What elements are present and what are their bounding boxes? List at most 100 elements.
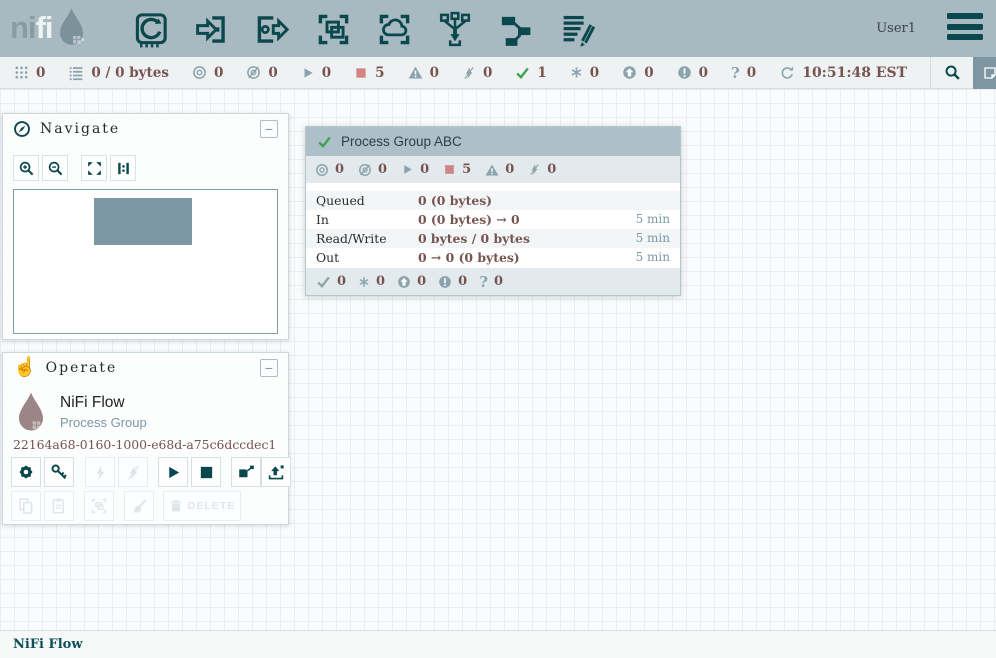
- bolt-icon: [92, 464, 109, 481]
- output-port-icon[interactable]: [253, 10, 291, 48]
- process-group-name: Process Group ABC: [341, 134, 462, 149]
- stale-stat: 0: [622, 65, 653, 81]
- running-stat: 0: [301, 65, 331, 81]
- label-icon[interactable]: [558, 10, 596, 48]
- pg-up-to-date-stat: 0: [316, 274, 346, 289]
- operate-title: Operate: [46, 360, 118, 376]
- key-icon: [50, 463, 68, 481]
- up-to-date-check-icon: [316, 274, 331, 289]
- pg-not-transmitting-stat: 0: [358, 162, 387, 177]
- metric-label: Out: [316, 248, 339, 267]
- flow-status-bar: 0 0 / 0 bytes 0 0 0 5 0 0 1 0 0 0: [0, 57, 996, 89]
- selected-component-name: NiFi Flow: [60, 394, 125, 412]
- navigate-collapse-button[interactable]: −: [260, 120, 278, 138]
- not-transmitting-icon: [358, 163, 372, 177]
- funnel-icon[interactable]: [436, 10, 474, 48]
- delete-button: DELETE: [163, 491, 241, 521]
- play-icon: [165, 464, 182, 481]
- metric-label: In: [316, 210, 329, 229]
- note-icon: [982, 65, 996, 81]
- save-template-button[interactable]: [231, 457, 261, 487]
- running-icon: [301, 66, 315, 80]
- metric-label: Read/Write: [316, 229, 387, 248]
- pg-not-transmitting-count: 0: [378, 162, 387, 177]
- bulletin-button[interactable]: [973, 57, 996, 89]
- disabled-bolt-icon: [462, 66, 476, 80]
- stopped-stat: 5: [354, 65, 384, 81]
- up-to-date-count: 1: [537, 65, 546, 81]
- invalid-warning-icon: [408, 65, 423, 80]
- not-transmitting-count: 0: [268, 65, 277, 81]
- access-policies-button[interactable]: [44, 457, 74, 487]
- operate-header: ☝ Operate −: [3, 353, 288, 383]
- locally-modified-stat: 0: [570, 65, 599, 81]
- metric-row-readwrite: Read/Write 0 bytes / 0 bytes 5 min: [306, 229, 680, 248]
- refresh-icon[interactable]: [779, 65, 795, 81]
- start-button[interactable]: [158, 457, 188, 487]
- active-threads-stat: 0: [14, 65, 45, 81]
- pg-invalid-stat: 0: [485, 162, 514, 177]
- pg-transmitting-stat: 0: [315, 162, 344, 177]
- stale-count: 0: [644, 65, 653, 81]
- save-template-icon: [237, 463, 255, 481]
- sync-failure-count: 0: [747, 65, 756, 81]
- metric-window: 5 min: [636, 229, 670, 248]
- stale-arrow-icon: [397, 275, 411, 289]
- navigate-toolbar: [13, 155, 139, 181]
- navigate-panel: Navigate −: [2, 113, 289, 340]
- stopped-count: 5: [375, 65, 384, 81]
- gear-icon: [17, 463, 35, 481]
- process-group-component[interactable]: Process Group ABC 0 0 0 5 0 0 Queued: [305, 126, 681, 296]
- paste-button: [44, 491, 74, 521]
- stop-button[interactable]: [191, 457, 221, 487]
- locally-modified-stale-icon: [677, 65, 692, 80]
- queued-list-icon: [68, 65, 84, 81]
- refresh-stat: 10:51:48 EST: [779, 65, 907, 81]
- actual-size-button[interactable]: [110, 155, 136, 181]
- birdseye-minimap[interactable]: [13, 189, 278, 334]
- zoom-fit-button[interactable]: [81, 155, 107, 181]
- queued-stat: 0 / 0 bytes: [68, 65, 169, 81]
- pg-sync-failure-count: 0: [494, 274, 503, 289]
- process-group-version-row: 0 0 0 0 ? 0: [306, 268, 680, 295]
- disabled-count: 0: [483, 65, 492, 81]
- sync-failure-stat: ? 0: [731, 64, 756, 82]
- zoom-in-button[interactable]: [13, 155, 39, 181]
- global-menu-icon[interactable]: [947, 13, 983, 40]
- input-port-icon[interactable]: [192, 10, 230, 48]
- minimap-component-rect[interactable]: [94, 198, 192, 245]
- nifi-logo: nifi: [10, 7, 87, 48]
- configure-button[interactable]: [11, 457, 41, 487]
- locally-modified-stale-stat: 0: [677, 65, 708, 81]
- pg-disabled-stat: 0: [528, 162, 556, 177]
- remote-process-group-icon[interactable]: [375, 10, 413, 48]
- pg-stale-count: 0: [417, 274, 426, 289]
- hand-icon: ☝: [13, 359, 37, 377]
- sync-failure-question-icon: ?: [479, 273, 488, 291]
- upload-template-button[interactable]: [261, 457, 291, 487]
- zoom-out-button[interactable]: [42, 155, 68, 181]
- brush-icon: [131, 498, 148, 515]
- breadcrumb-bar: NiFi Flow: [0, 630, 996, 658]
- metric-row-out: Out 0 → 0 (0 bytes) 5 min: [306, 248, 680, 267]
- group-selection-icon: [90, 497, 108, 515]
- breadcrumb-root[interactable]: NiFi Flow: [13, 637, 83, 652]
- disable-button: [118, 457, 148, 487]
- search-button[interactable]: [931, 57, 973, 89]
- transmitting-icon: [192, 65, 207, 80]
- invalid-warning-icon: [485, 163, 499, 177]
- up-to-date-check-icon: [515, 65, 530, 80]
- process-group-icon[interactable]: [314, 10, 352, 48]
- stopped-icon: [443, 163, 456, 176]
- pg-running-count: 0: [420, 162, 429, 177]
- active-threads-count: 0: [36, 65, 45, 81]
- pg-stale-stat: 0: [397, 274, 426, 289]
- processor-icon[interactable]: [131, 10, 169, 48]
- transmitting-icon: [315, 163, 329, 177]
- template-icon[interactable]: [497, 10, 535, 48]
- current-user[interactable]: User1: [876, 0, 916, 57]
- transmitting-count: 0: [214, 65, 223, 81]
- operate-collapse-button[interactable]: −: [260, 359, 278, 377]
- queued-count: 0 / 0 bytes: [91, 65, 169, 81]
- top-toolbar: nifi User1: [0, 0, 996, 57]
